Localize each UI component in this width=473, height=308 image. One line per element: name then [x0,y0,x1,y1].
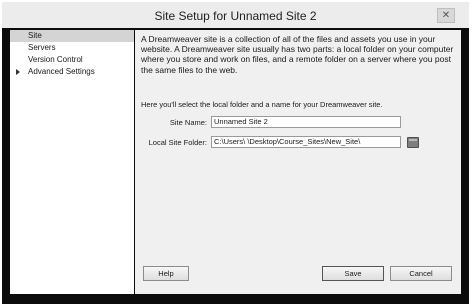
description-text: A Dreamweaver site is a collection of al… [141,34,454,75]
sidebar-item-label: Advanced Settings [28,67,95,76]
local-site-folder-input[interactable]: C:\Users\ \Desktop\Course_Sites\New_Site… [211,136,401,148]
sidebar-item-version-control[interactable]: Version Control [10,54,134,66]
save-button[interactable]: Save [322,266,384,281]
sidebar-item-site[interactable]: Site [10,30,134,42]
sidebar-item-label: Version Control [28,55,83,64]
folder-icon[interactable] [407,137,419,148]
close-icon[interactable]: ✕ [437,8,455,23]
cancel-button[interactable]: Cancel [390,266,452,281]
sidebar-item-label: Site [28,31,42,40]
local-site-folder-label: Local Site Folder: [148,138,207,147]
window-title: Site Setup for Unnamed Site 2 [154,9,317,23]
sidebar-item-servers[interactable]: Servers [10,42,134,54]
category-sidebar: Site Servers Version Control Advanced Se… [10,30,134,294]
site-name-label: Site Name: [169,118,207,127]
sidebar-item-advanced-settings[interactable]: Advanced Settings [10,66,134,78]
dialog-window: Site Setup for Unnamed Site 2 ✕ Site Ser… [2,2,469,304]
title-bar[interactable]: Site Setup for Unnamed Site 2 ✕ [2,2,469,28]
sidebar-item-label: Servers [28,43,56,52]
instruction-text: Here you'll select the local folder and … [141,100,383,109]
help-button[interactable]: Help [143,266,189,281]
site-settings-panel: A Dreamweaver site is a collection of al… [135,30,461,294]
caret-right-icon[interactable] [16,69,20,75]
site-name-input[interactable]: Unnamed Site 2 [211,116,401,128]
